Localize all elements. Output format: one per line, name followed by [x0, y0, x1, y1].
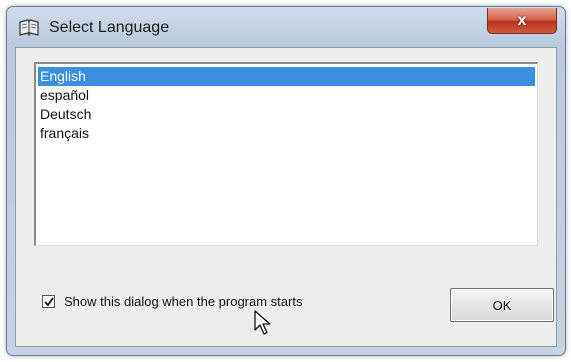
window-title: Select Language	[49, 19, 170, 36]
ok-button[interactable]: OK	[450, 288, 554, 322]
select-language-dialog: Select Language x English español Deutsc…	[6, 6, 566, 356]
list-item-english[interactable]: English	[38, 67, 535, 86]
checkmark-icon	[43, 296, 54, 306]
dialog-body: English español Deutsch français Show th…	[15, 47, 557, 347]
title-bar[interactable]: Select Language x	[7, 7, 565, 47]
show-dialog-checkbox[interactable]	[42, 295, 55, 308]
show-dialog-option[interactable]: Show this dialog when the program starts	[42, 294, 302, 309]
book-icon	[19, 19, 39, 37]
close-icon: x	[517, 11, 527, 29]
close-button[interactable]: x	[487, 8, 557, 34]
list-item-german[interactable]: Deutsch	[38, 105, 535, 124]
list-item-spanish[interactable]: español	[38, 86, 535, 105]
pointer-arrow-icon	[254, 310, 271, 335]
list-item-french[interactable]: français	[38, 124, 535, 143]
ok-button-label: OK	[492, 297, 512, 313]
show-dialog-label[interactable]: Show this dialog when the program starts	[64, 294, 302, 309]
language-listbox[interactable]: English español Deutsch français	[34, 62, 538, 246]
